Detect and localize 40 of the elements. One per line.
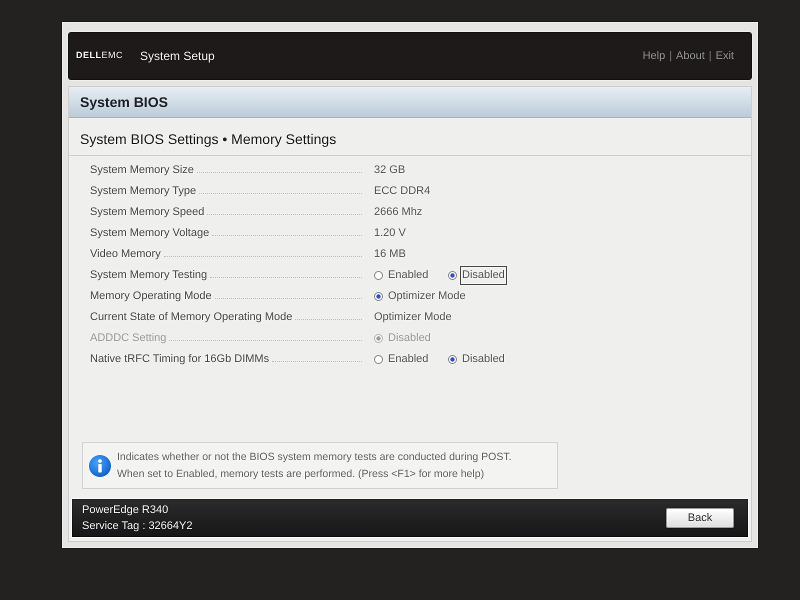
setting-label: System Memory Testing — [90, 268, 208, 284]
radio-button[interactable] — [374, 292, 383, 301]
radio-option-label[interactable]: Optimizer Mode — [386, 287, 468, 306]
setting-value: 1.20 V — [374, 226, 406, 242]
setting-value: 32 GB — [374, 163, 406, 178]
radio-button[interactable] — [374, 355, 383, 364]
radio-option-label[interactable]: Enabled — [386, 266, 430, 285]
radio-option-label[interactable]: Enabled — [386, 350, 430, 369]
radio-button[interactable] — [448, 271, 457, 280]
service-tag: Service Tag : 32664Y2 — [82, 518, 192, 534]
setting-label: ADDDC Setting — [90, 331, 166, 346]
setting-value: 16 MB — [374, 247, 406, 262]
header-title: System Setup — [140, 48, 215, 65]
panel-title: System BIOS — [80, 92, 168, 112]
setting-label: System Memory Speed — [90, 205, 204, 220]
setting-label: System Memory Voltage — [90, 226, 210, 242]
link-separator: | — [669, 48, 672, 64]
setting-value: Optimizer Mode — [374, 310, 452, 326]
setting-label: Video Memory — [90, 247, 161, 262]
setting-label: System Memory Size — [90, 163, 194, 178]
header-link[interactable]: About — [676, 48, 705, 64]
radio-button[interactable] — [448, 355, 457, 364]
help-text: Indicates whether or not the BIOS system memory tests are conducted during POST. When set to Enabled, memory tests are performed. (Press <F1> for more help) — [117, 450, 512, 482]
radio-option-label[interactable]: Disabled — [460, 350, 507, 369]
back-button[interactable]: Back — [666, 508, 734, 528]
breadcrumb-title: System BIOS Settings • Memory Settings — [80, 130, 336, 149]
radio-option-label[interactable]: Disabled — [460, 266, 507, 285]
setting-value: 2666 Mhz — [374, 205, 422, 220]
header-link[interactable]: Exit — [716, 48, 734, 64]
header-link[interactable]: Help — [642, 48, 666, 64]
setting-label: Current State of Memory Operating Mode — [90, 310, 292, 326]
brand-logo: DELLEMC — [76, 49, 123, 62]
info-icon — [89, 454, 111, 476]
model-name: PowerEdge R340 — [82, 503, 170, 518]
link-separator: | — [708, 48, 712, 64]
setting-label: Native tRFC Timing for 16Gb DIMMs — [90, 352, 270, 368]
radio-button[interactable] — [374, 271, 383, 280]
setting-value: ECC DDR4 — [374, 184, 430, 200]
setting-label: Memory Operating Mode — [90, 289, 212, 304]
setting-label: System Memory Type — [90, 184, 196, 200]
